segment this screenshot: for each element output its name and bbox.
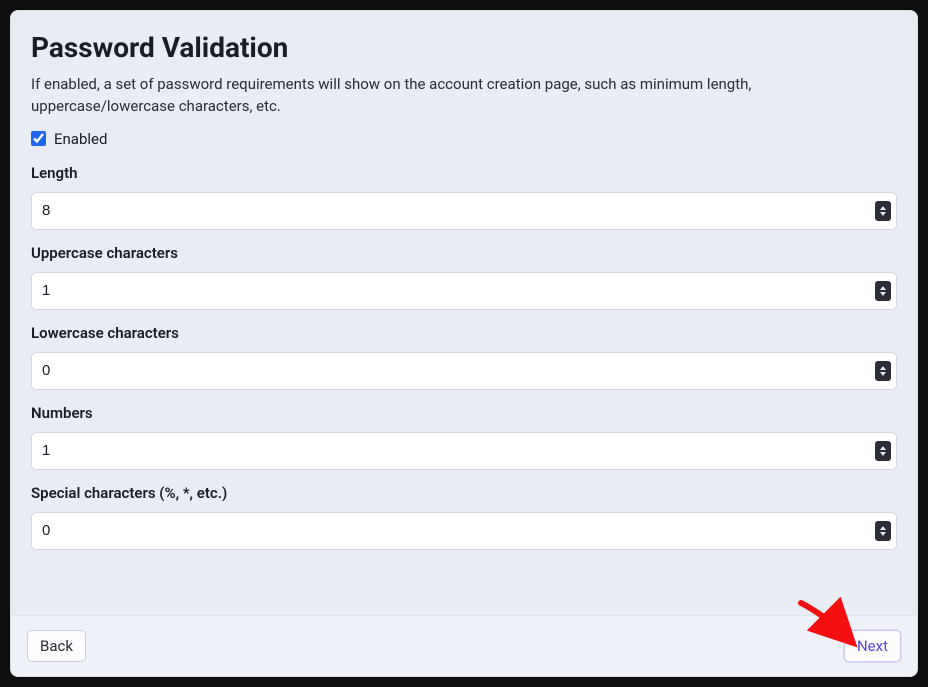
card-content: Password Validation If enabled, a set of… — [11, 11, 917, 615]
numbers-input[interactable] — [31, 432, 897, 470]
uppercase-stepper[interactable] — [875, 281, 891, 301]
card-footer: Back Next — [11, 615, 917, 676]
length-input-wrapper — [31, 192, 897, 230]
next-button[interactable]: Next — [844, 630, 901, 662]
special-input[interactable] — [31, 512, 897, 550]
uppercase-label: Uppercase characters — [31, 244, 897, 262]
lowercase-input[interactable] — [31, 352, 897, 390]
chevron-up-icon — [880, 446, 886, 450]
field-length: Length — [31, 164, 897, 230]
chevron-up-icon — [880, 366, 886, 370]
chevron-down-icon — [880, 452, 886, 456]
page-title: Password Validation — [31, 31, 897, 64]
uppercase-input[interactable] — [31, 272, 897, 310]
field-numbers: Numbers — [31, 404, 897, 470]
lowercase-input-wrapper — [31, 352, 897, 390]
chevron-down-icon — [880, 212, 886, 216]
length-label: Length — [31, 164, 897, 182]
chevron-up-icon — [880, 286, 886, 290]
special-label: Special characters (%, *, etc.) — [31, 484, 897, 502]
special-stepper[interactable] — [875, 521, 891, 541]
length-stepper[interactable] — [875, 201, 891, 221]
lowercase-label: Lowercase characters — [31, 324, 897, 342]
chevron-down-icon — [880, 292, 886, 296]
numbers-label: Numbers — [31, 404, 897, 422]
uppercase-input-wrapper — [31, 272, 897, 310]
password-validation-card: Password Validation If enabled, a set of… — [10, 10, 918, 677]
length-input[interactable] — [31, 192, 897, 230]
numbers-stepper[interactable] — [875, 441, 891, 461]
enabled-label[interactable]: Enabled — [54, 130, 107, 148]
chevron-down-icon — [880, 532, 886, 536]
lowercase-stepper[interactable] — [875, 361, 891, 381]
special-input-wrapper — [31, 512, 897, 550]
chevron-up-icon — [880, 206, 886, 210]
numbers-input-wrapper — [31, 432, 897, 470]
back-button[interactable]: Back — [27, 630, 86, 662]
chevron-down-icon — [880, 372, 886, 376]
field-special: Special characters (%, *, etc.) — [31, 484, 897, 550]
field-lowercase: Lowercase characters — [31, 324, 897, 390]
chevron-up-icon — [880, 526, 886, 530]
field-uppercase: Uppercase characters — [31, 244, 897, 310]
enabled-row: Enabled — [31, 130, 897, 148]
enabled-checkbox[interactable] — [31, 131, 46, 146]
page-description: If enabled, a set of password requiremen… — [31, 74, 897, 118]
